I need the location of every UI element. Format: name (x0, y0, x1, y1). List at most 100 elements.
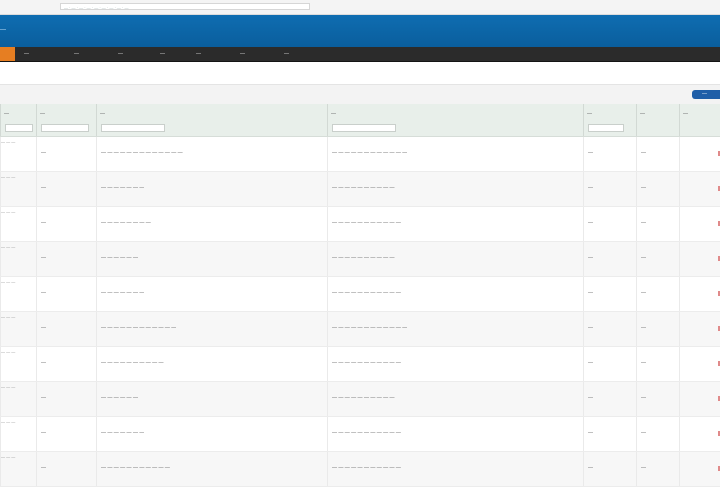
address-input[interactable]: — · — · — · — · — · — · — · — · — (60, 3, 310, 10)
cell-actions (679, 242, 720, 276)
cell-actions (679, 452, 720, 486)
cell-type: — (36, 312, 96, 346)
cell-actions (679, 137, 720, 171)
cell-text-id: — — — (1, 349, 16, 354)
cell-text-date: — (588, 395, 593, 401)
cell-text-date: — (588, 150, 593, 156)
table-row[interactable]: — — — — — — — — — — — — — — — — — — — — — — (0, 382, 720, 417)
cell-count: — (636, 312, 679, 346)
cell-name: — — — — — — — — — — (96, 347, 327, 381)
cell-path: — — — — — — — — — — (327, 382, 583, 416)
cell-text-count: — (641, 290, 646, 296)
cell-type: — (36, 277, 96, 311)
cell-text-name: — — — — — — — (101, 430, 145, 436)
cell-text-name: — — — — — — — — — — — — (101, 325, 177, 331)
cell-text-id: — — — (1, 384, 16, 389)
cell-id: — — — (0, 277, 36, 311)
cell-path: — — — — — — — — — — (327, 242, 583, 276)
cell-text-name: — — — — — — — (101, 185, 145, 191)
cell-name: — — — — — — (96, 382, 327, 416)
cell-actions (679, 172, 720, 206)
cell-text-type: — (41, 360, 46, 366)
nav-item-1[interactable]: — (24, 51, 29, 57)
cell-date: — (583, 207, 636, 241)
table-row[interactable]: — — — — — — — — — — — — — — — — — — — — — —… (0, 312, 720, 347)
nav-item-3[interactable]: — (118, 51, 123, 57)
app-title: — (0, 27, 6, 33)
cell-name: — — — — — — (96, 242, 327, 276)
cell-text-count: — (641, 430, 646, 436)
toolbar-action-label: — (702, 91, 707, 97)
column-header-id[interactable]: — (0, 104, 36, 136)
cell-count: — (636, 382, 679, 416)
cell-text-id: — — — (1, 279, 16, 284)
table-row[interactable]: — — — — — — — — — — — — — — — — — — — — — —… (0, 207, 720, 242)
cell-text-count: — (641, 185, 646, 191)
nav-item-5[interactable]: — (196, 51, 201, 57)
cell-actions (679, 312, 720, 346)
cell-id: — — — (0, 382, 36, 416)
column-header-name[interactable]: — (96, 104, 327, 136)
cell-text-name: — — — — — — — — — — — — — (101, 150, 183, 156)
table-row[interactable]: — — — — — — — — — — — — — — — — — — — — — —… (0, 417, 720, 452)
cell-date: — (583, 137, 636, 171)
cell-text-id: — — — (1, 244, 16, 249)
table-row[interactable]: — — — — — — — — — — — — — — — — — — — — — — — (0, 172, 720, 207)
filter-input-date[interactable] (588, 124, 624, 132)
cell-text-type: — (41, 325, 46, 331)
cell-path: — — — — — — — — — — — (327, 277, 583, 311)
filter-select-type[interactable] (41, 124, 89, 132)
cell-name: — — — — — — — (96, 277, 327, 311)
cell-text-date: — (588, 255, 593, 261)
cell-text-name: — — — — — — — — — — (101, 360, 164, 366)
table-row[interactable]: — — — — — — — — — — — — — — — — — — — — — — (0, 242, 720, 277)
nav-item-2[interactable]: — (74, 51, 79, 57)
filter-input-id[interactable] (5, 124, 33, 132)
table-row[interactable]: — — — — — — — — — — — — — — — — — — — — — —… (0, 277, 720, 312)
column-header-type[interactable]: — (36, 104, 96, 136)
cell-text-name: — — — — — — — (101, 290, 145, 296)
cell-type: — (36, 382, 96, 416)
filter-input-path[interactable] (332, 124, 396, 132)
cell-date: — (583, 172, 636, 206)
nav-item-4[interactable]: — (160, 51, 165, 57)
cell-text-type: — (41, 290, 46, 296)
table-header: — — — — — — — (0, 104, 720, 137)
cell-text-type: — (41, 185, 46, 191)
cell-path: — — — — — — — — — — — (327, 207, 583, 241)
cell-name: — — — — — — — — (96, 207, 327, 241)
cell-text-path: — — — — — — — — — — — (332, 430, 401, 436)
cell-date: — (583, 277, 636, 311)
filter-input-name[interactable] (101, 124, 165, 132)
cell-text-count: — (641, 220, 646, 226)
cell-text-id: — — — (1, 139, 16, 144)
nav-item-6[interactable]: — (240, 51, 245, 57)
cell-id: — — — (0, 312, 36, 346)
cell-actions (679, 277, 720, 311)
column-label: — (683, 111, 688, 117)
cell-text-id: — — — (1, 419, 16, 424)
nav-item-7[interactable]: — (284, 51, 289, 57)
cell-text-date: — (588, 465, 593, 471)
cell-text-date: — (588, 185, 593, 191)
app-banner: — (0, 15, 720, 47)
cell-id: — — — (0, 452, 36, 486)
table-row[interactable]: — — — — — — — — — — — — — — — — — — — — — —… (0, 137, 720, 172)
table-row[interactable]: — — — — — — — — — — — — — — — — — — — — — —… (0, 452, 720, 487)
cell-type: — (36, 242, 96, 276)
cell-id: — — — (0, 137, 36, 171)
cell-id: — — — (0, 207, 36, 241)
column-header-count[interactable]: — (636, 104, 679, 136)
cell-actions (679, 347, 720, 381)
column-header-date[interactable]: — (583, 104, 636, 136)
toolbar-action-button[interactable]: — (692, 90, 720, 99)
cell-text-name: — — — — — — — — (101, 220, 151, 226)
cell-path: — — — — — — — — — — — (327, 347, 583, 381)
table-row[interactable]: — — — — — — — — — — — — — — — — — — — — — —… (0, 347, 720, 382)
column-header-path[interactable]: — (327, 104, 583, 136)
nav-item-active[interactable] (0, 47, 15, 61)
cell-text-count: — (641, 255, 646, 261)
cell-text-date: — (588, 360, 593, 366)
column-header-actions[interactable]: — (679, 104, 720, 136)
cell-text-count: — (641, 325, 646, 331)
